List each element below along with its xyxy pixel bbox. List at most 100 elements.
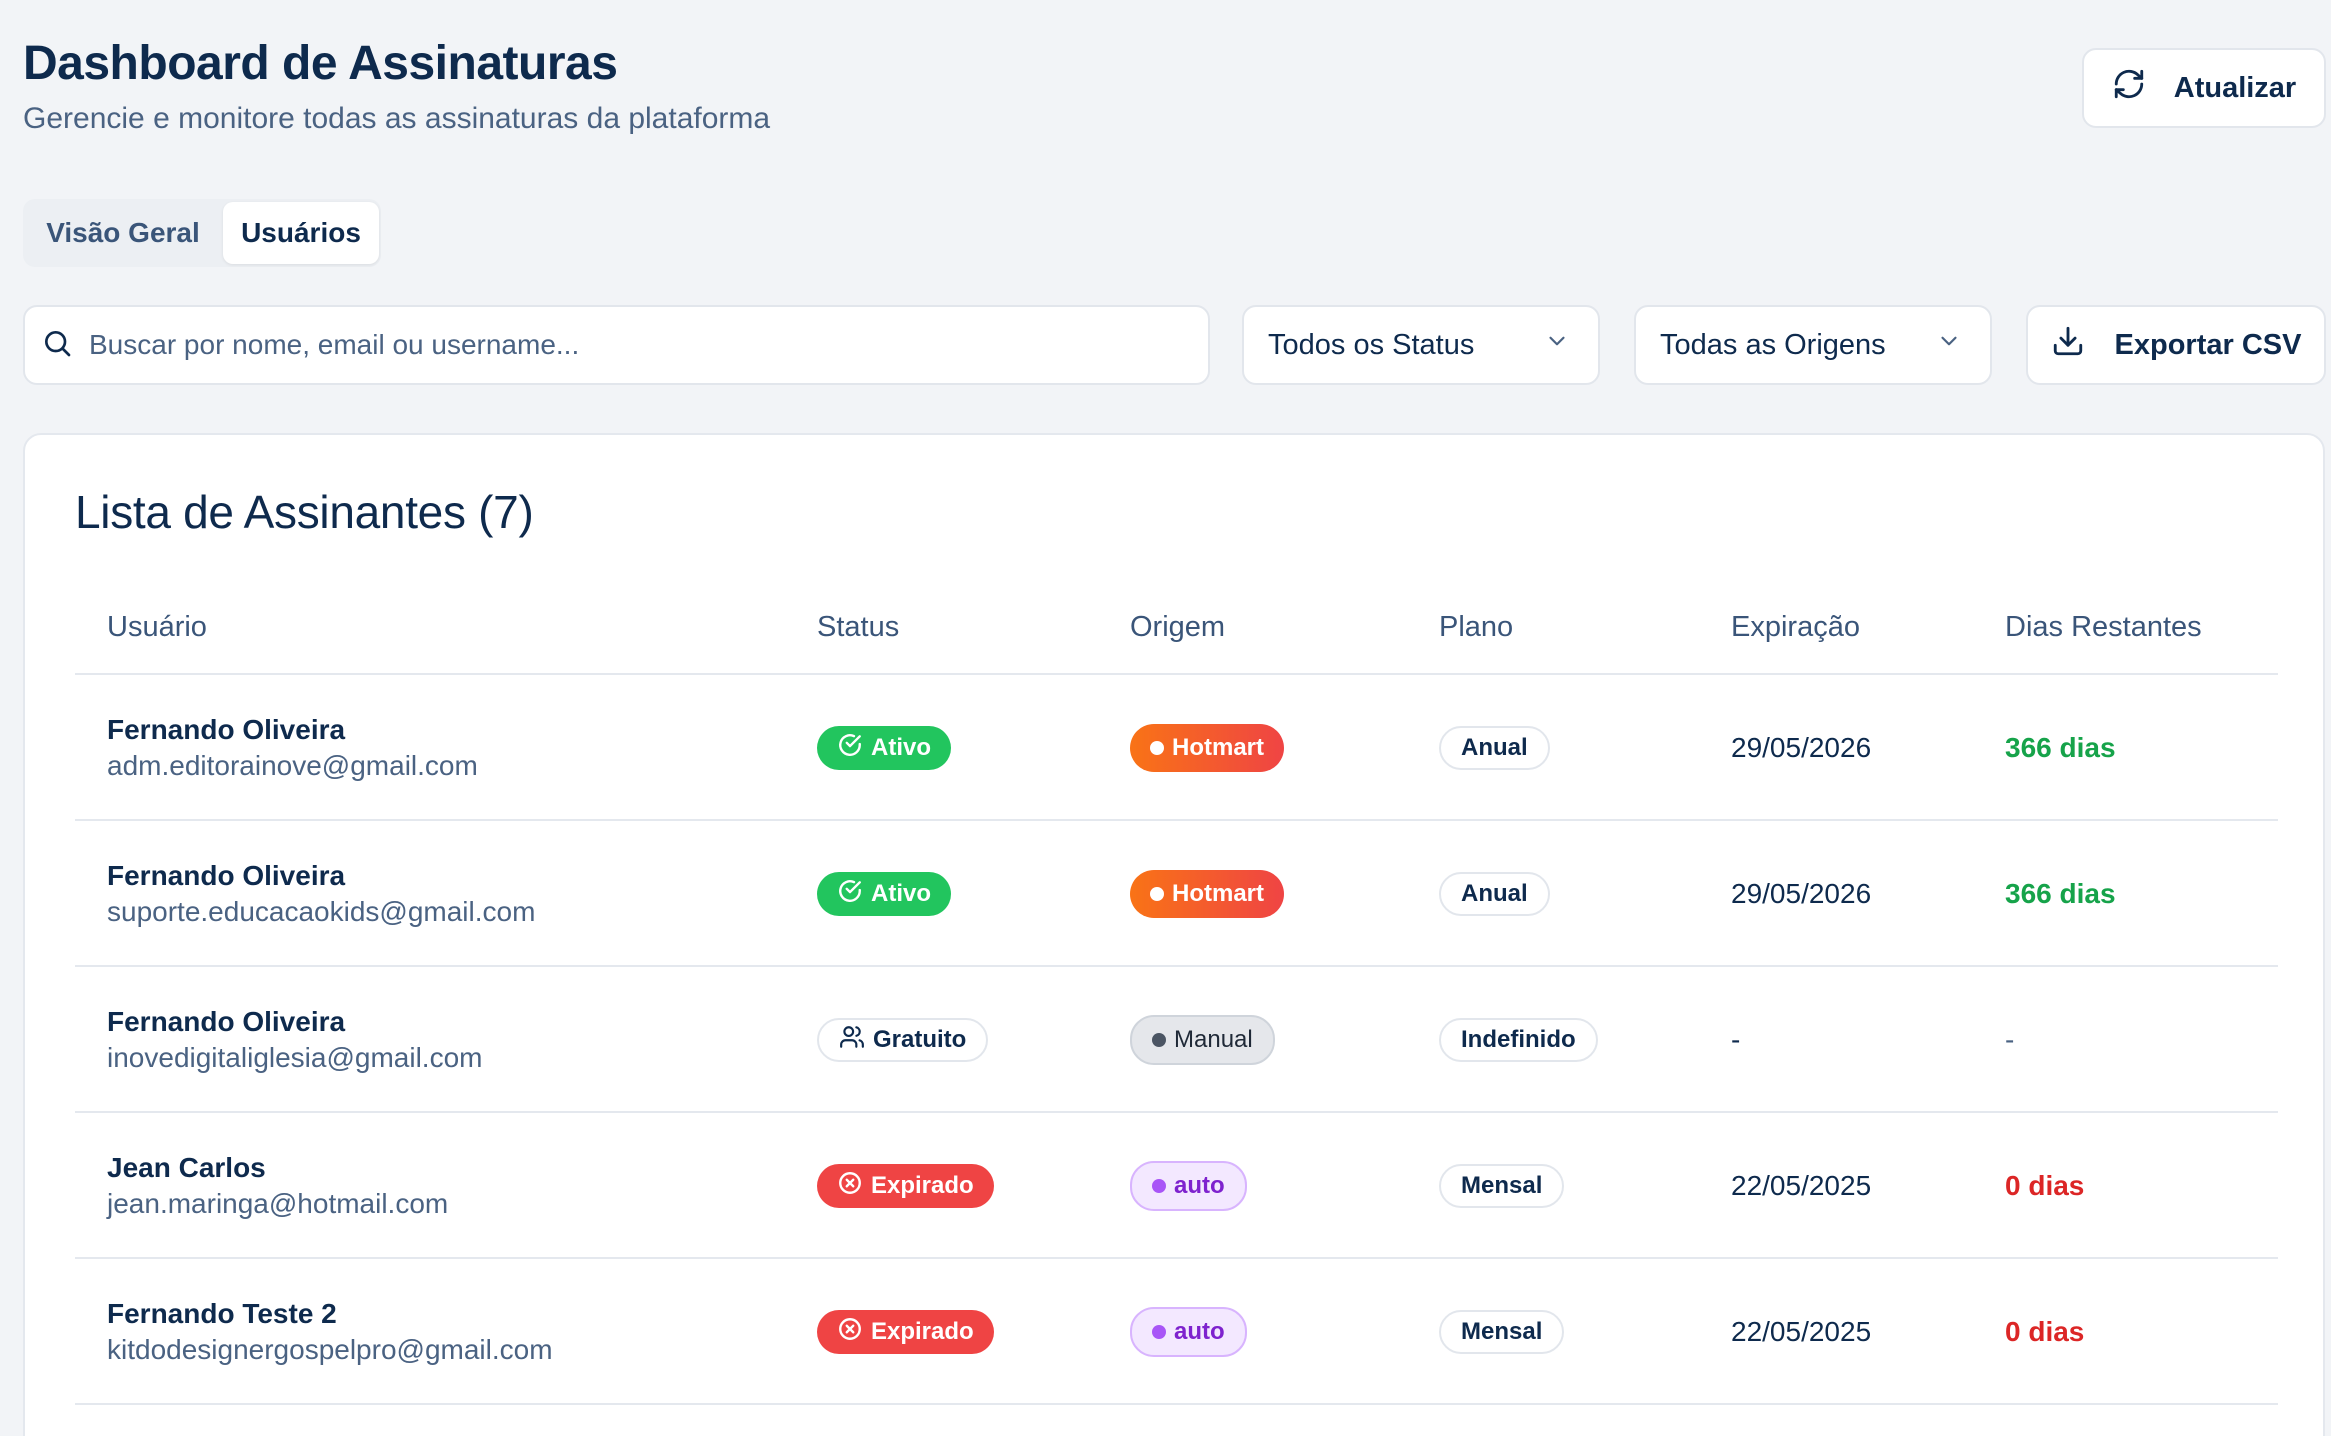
expiration-date: -: [1731, 1024, 1741, 1055]
origin-label: auto: [1174, 1318, 1225, 1345]
dot-icon: [1150, 741, 1164, 755]
origin-filter-select[interactable]: Todas as Origens: [1634, 305, 1992, 385]
chevron-down-icon: [1544, 328, 1570, 362]
origin-filter-value: Todas as Origens: [1660, 328, 1886, 361]
column-header-user[interactable]: Usuário: [107, 579, 207, 675]
user-email: jean.maringa@hotmail.com: [107, 1188, 449, 1219]
table-row[interactable]: Fernando Oliveira inovedigitaliglesia@gm…: [75, 967, 2278, 1113]
plan-cell: Indefinido: [1439, 967, 1598, 1113]
status-badge: Ativo: [817, 872, 951, 916]
check-circle-icon: [837, 878, 863, 911]
download-icon: [2051, 324, 2085, 366]
plan-cell: Anual: [1439, 821, 1550, 967]
column-header-days-remaining[interactable]: Dias Restantes: [2005, 579, 2202, 675]
column-header-status[interactable]: Status: [817, 579, 899, 675]
expiration-date: 22/05/2025: [1731, 1316, 1872, 1347]
search-icon: [41, 327, 73, 364]
origin-label: Hotmart: [1172, 734, 1265, 761]
user-email: adm.editorainove@gmail.com: [107, 750, 478, 781]
user-cell: Fernando Oliveira adm.editorainove@gmail…: [107, 675, 478, 821]
export-csv-label: Exportar CSV: [2114, 328, 2302, 361]
plan-cell: Anual: [1439, 675, 1550, 821]
expiration-date: 22/05/2025: [1731, 1170, 1872, 1201]
table-header: Usuário Status Origem Plano Expiração Di…: [75, 579, 2278, 675]
status-badge: Gratuito: [817, 1018, 989, 1062]
days-remaining: -: [2005, 1024, 2015, 1055]
user-name: Fernando Oliveira: [107, 860, 346, 891]
plan-badge: Anual: [1439, 726, 1550, 770]
dot-icon: [1152, 1033, 1166, 1047]
expiration-date: 29/05/2026: [1731, 878, 1872, 909]
user-name: Fernando Oliveira: [107, 714, 346, 745]
origin-cell: auto: [1130, 1259, 1247, 1405]
refresh-label: Atualizar: [2173, 71, 2297, 104]
user-email: kitdodesignergospelpro@gmail.com: [107, 1334, 553, 1365]
x-circle-icon: [837, 1170, 863, 1203]
origin-badge: auto: [1130, 1161, 1247, 1211]
user-name: Jean Carlos: [107, 1152, 266, 1183]
tab-overview[interactable]: Visão Geral: [23, 202, 223, 264]
status-cell: Gratuito: [817, 967, 989, 1113]
origin-badge: Hotmart: [1130, 724, 1285, 772]
status-cell: Expirado: [817, 1259, 994, 1405]
refresh-icon: [2112, 67, 2146, 109]
origin-label: Manual: [1174, 1026, 1253, 1053]
status-badge: Expirado: [817, 1164, 994, 1208]
export-csv-button[interactable]: Exportar CSV: [2026, 305, 2326, 385]
expiration-date: 29/05/2026: [1731, 732, 1872, 763]
tab-bar: Visão Geral Usuários: [23, 199, 381, 267]
status-label: Ativo: [871, 734, 931, 761]
table-row[interactable]: Fernando Teste 2 kitdodesignergospelpro@…: [75, 1259, 2278, 1405]
plan-badge: Mensal: [1439, 1164, 1565, 1208]
dot-icon: [1150, 887, 1164, 901]
origin-cell: Manual: [1130, 967, 1275, 1113]
page: Dashboard de Assinaturas Gerencie e moni…: [0, 0, 2331, 1436]
status-cell: Ativo: [817, 675, 951, 821]
page-subtitle: Gerencie e monitore todas as assinaturas…: [23, 102, 771, 135]
column-header-expiration[interactable]: Expiração: [1731, 579, 1860, 675]
status-label: Ativo: [871, 880, 931, 907]
origin-label: auto: [1174, 1172, 1225, 1199]
origin-badge: Hotmart: [1130, 870, 1285, 918]
status-filter-value: Todos os Status: [1268, 328, 1475, 361]
search-box[interactable]: [23, 305, 1210, 385]
subscribers-list-title: Lista de Assinantes (7): [75, 486, 534, 538]
table-row[interactable]: Jean Carlos jean.maringa@hotmail.com Exp…: [75, 1113, 2278, 1259]
status-badge: Expirado: [817, 1310, 994, 1354]
status-filter-select[interactable]: Todos os Status: [1242, 305, 1600, 385]
origin-label: Hotmart: [1172, 880, 1265, 907]
page-title: Dashboard de Assinaturas: [23, 37, 618, 90]
status-label: Expirado: [871, 1318, 974, 1345]
refresh-button[interactable]: Atualizar: [2082, 48, 2326, 128]
user-email: suporte.educacaokids@gmail.com: [107, 896, 536, 927]
user-cell: Fernando Teste 2 kitdodesignergospelpro@…: [107, 1259, 553, 1405]
table-row[interactable]: Fernando Oliveira suporte.educacaokids@g…: [75, 821, 2278, 967]
dot-icon: [1152, 1179, 1166, 1193]
subscribers-card: Lista de Assinantes (7) Usuário Status O…: [23, 433, 2325, 1436]
dot-icon: [1152, 1325, 1166, 1339]
days-remaining: 366 dias: [2005, 878, 2116, 909]
search-input[interactable]: [89, 329, 1208, 361]
check-circle-icon: [837, 732, 863, 765]
plan-badge: Anual: [1439, 872, 1550, 916]
status-label: Expirado: [871, 1172, 974, 1199]
status-cell: Ativo: [817, 821, 951, 967]
column-header-origin[interactable]: Origem: [1130, 579, 1225, 675]
origin-cell: auto: [1130, 1113, 1247, 1259]
origin-cell: Hotmart: [1130, 675, 1285, 821]
plan-cell: Mensal: [1439, 1113, 1565, 1259]
tab-users[interactable]: Usuários: [223, 202, 379, 264]
column-header-plan[interactable]: Plano: [1439, 579, 1513, 675]
user-name: Fernando Teste 2: [107, 1298, 337, 1329]
plan-badge: Mensal: [1439, 1310, 1565, 1354]
origin-cell: Hotmart: [1130, 821, 1285, 967]
origin-badge: auto: [1130, 1307, 1247, 1357]
plan-badge: Indefinido: [1439, 1018, 1598, 1062]
table-row[interactable]: Fernando Oliveira adm.editorainove@gmail…: [75, 675, 2278, 821]
days-remaining: 0 dias: [2005, 1170, 2085, 1201]
status-badge: Ativo: [817, 726, 951, 770]
user-cell: Jean Carlos jean.maringa@hotmail.com: [107, 1113, 448, 1259]
origin-badge: Manual: [1130, 1015, 1275, 1065]
user-name: Fernando Oliveira: [107, 1006, 346, 1037]
user-cell: Fernando Oliveira inovedigitaliglesia@gm…: [107, 967, 482, 1113]
